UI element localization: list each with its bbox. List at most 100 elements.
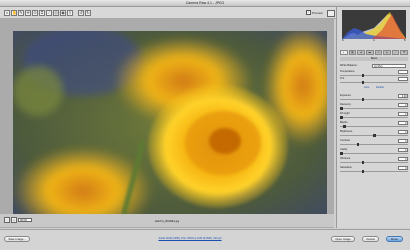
white-balance-select[interactable]: As Shot <box>372 64 406 68</box>
tab-split-toning[interactable]: ▭ <box>374 50 383 55</box>
straighten-tool-icon[interactable]: ⟋ <box>46 10 52 16</box>
slider-value-field[interactable]: 0 <box>398 121 408 125</box>
color-sampler-icon[interactable]: ✛ <box>25 10 31 16</box>
slider-value-field[interactable]: 0 <box>398 139 408 143</box>
auto-link[interactable]: Auto <box>364 86 369 89</box>
slider-value-field[interactable]: 0 <box>398 112 408 116</box>
preview-checkbox[interactable]: ✓ Preview <box>306 10 323 15</box>
photo-preview <box>13 31 327 217</box>
slider-value-field[interactable]: 0 <box>398 148 408 152</box>
slider-track[interactable] <box>340 75 408 76</box>
white-balance-row: White Balance: As Shot <box>340 64 408 69</box>
fullscreen-icon[interactable] <box>327 10 335 17</box>
slider-label: Brightness <box>340 130 353 133</box>
slider-value-field[interactable]: 0 <box>398 157 408 161</box>
rotate-right-icon[interactable]: ↻ <box>85 10 91 16</box>
slider-track[interactable] <box>340 144 408 145</box>
slider-thumb[interactable] <box>361 98 365 101</box>
slider-value-field[interactable]: 0 <box>398 130 408 134</box>
title-bar: Camera Raw 4.1 - JPEG <box>0 0 410 7</box>
histogram <box>342 10 406 39</box>
slider-thumb[interactable] <box>361 161 365 164</box>
default-link[interactable]: Default <box>376 86 384 89</box>
g-readout: G: <box>372 40 376 42</box>
save-image-button[interactable]: Save Image... <box>4 236 30 242</box>
rotate-left-icon[interactable]: ↺ <box>78 10 84 16</box>
slider-row-fill-light: Fill Light 0 <box>340 112 408 120</box>
open-image-button[interactable]: Open Image <box>331 236 355 242</box>
slider-thumb[interactable] <box>343 125 346 128</box>
slider-value-field[interactable]: 0.00 <box>398 94 408 98</box>
slider-thumb[interactable] <box>356 143 359 146</box>
slider-track[interactable] <box>340 171 408 172</box>
tab-presets[interactable]: ☰ <box>400 50 408 55</box>
slider-track[interactable] <box>340 153 408 154</box>
slider-label: Contrast <box>340 139 350 142</box>
slider-label: Saturation <box>340 166 352 169</box>
slider-thumb[interactable] <box>361 170 365 173</box>
slider-track[interactable] <box>340 126 408 127</box>
rgb-readouts: R: G: B: <box>342 40 406 47</box>
slider-track[interactable] <box>340 99 408 100</box>
slider-track[interactable] <box>340 108 408 109</box>
histogram-graph <box>342 12 406 39</box>
slider-thumb[interactable] <box>340 152 343 155</box>
slider-label: Clarity <box>340 148 348 151</box>
preview-label: Preview <box>312 10 323 15</box>
done-button[interactable]: Done <box>386 236 403 242</box>
panel-tabs: ◐ ▦ ▲ ▬ ▭ ◎ ◔ ☰ <box>340 50 408 55</box>
slider-row-clarity: Clarity 0 <box>340 148 408 156</box>
section-title: Basic <box>340 57 408 61</box>
preferences-icon[interactable]: ≡ <box>67 10 73 16</box>
cancel-button[interactable]: Cancel <box>362 236 379 242</box>
red-eye-icon[interactable]: ◉ <box>60 10 66 16</box>
tab-basic[interactable]: ◐ <box>340 50 348 55</box>
slider-label: Recovery <box>340 103 351 106</box>
slider-thumb[interactable] <box>340 116 343 119</box>
flower-photo <box>13 31 327 217</box>
slider-value-field[interactable]: 0 <box>398 166 408 170</box>
adjustments-panel: R: G: B: ◐ ▦ ▲ ▬ ▭ ◎ ◔ ☰ Basic White Bal… <box>336 7 410 228</box>
workflow-options-link[interactable]: Adobe RGB (1998); 8 bit; 3504 by 2336 (8… <box>110 237 270 240</box>
zoom-bar: - + 38.6% Helichry_B61BE1.jpg <box>0 214 334 227</box>
tab-lens[interactable]: ◎ <box>383 50 391 55</box>
tab-hsl[interactable]: ▬ <box>365 50 374 55</box>
white-balance-tool-icon[interactable]: ✎ <box>18 10 24 16</box>
footer-bar: Save Image... Adobe RGB (1998); 8 bit; 3… <box>0 229 410 250</box>
zoom-tool-icon[interactable]: ⌕ <box>4 10 10 16</box>
slider-label: Temperature <box>340 70 355 73</box>
hand-tool-icon[interactable]: ✋ <box>11 10 17 16</box>
slider-thumb[interactable] <box>361 81 365 84</box>
slider-row-blacks: Blacks 0 <box>340 121 408 129</box>
crop-tool-icon[interactable]: ⌗ <box>39 10 45 16</box>
slider-label: Exposure <box>340 94 351 97</box>
white-balance-label: White Balance: <box>340 64 358 67</box>
slider-label: Fill Light <box>340 112 350 115</box>
slider-track[interactable] <box>340 162 408 163</box>
slider-value-field[interactable] <box>398 77 408 81</box>
slider-track[interactable] <box>340 82 408 83</box>
slider-label: Tint <box>340 77 345 80</box>
slider-row-exposure: Exposure 0.00 <box>340 94 408 102</box>
slider-label: Blacks <box>340 121 348 124</box>
slider-track[interactable] <box>340 117 408 118</box>
tab-camera-calibration[interactable]: ◔ <box>391 50 400 55</box>
spot-removal-icon[interactable]: ◎ <box>53 10 59 16</box>
slider-value-field[interactable] <box>398 70 408 74</box>
slider-value-field[interactable]: 0 <box>398 103 408 107</box>
r-readout: R: <box>342 40 345 42</box>
slider-thumb[interactable] <box>340 107 343 110</box>
tab-detail[interactable]: ▲ <box>357 50 365 55</box>
preview-checkbox-box[interactable]: ✓ <box>306 10 311 15</box>
tab-tone-curve[interactable]: ▦ <box>348 50 357 55</box>
slider-row-saturation: Saturation 0 <box>340 166 408 174</box>
targeted-adjustment-icon[interactable]: ⊙ <box>32 10 38 16</box>
slider-row-tint: Tint <box>340 77 408 85</box>
slider-label: Vibrance <box>340 157 351 160</box>
slider-thumb[interactable] <box>373 134 376 137</box>
image-canvas[interactable] <box>0 19 334 228</box>
auto-default-links: Auto Default <box>340 86 408 89</box>
b-readout: B: <box>403 40 406 42</box>
window-title: Camera Raw 4.1 - JPEG <box>185 1 225 5</box>
slider-row-contrast: Contrast 0 <box>340 139 408 147</box>
